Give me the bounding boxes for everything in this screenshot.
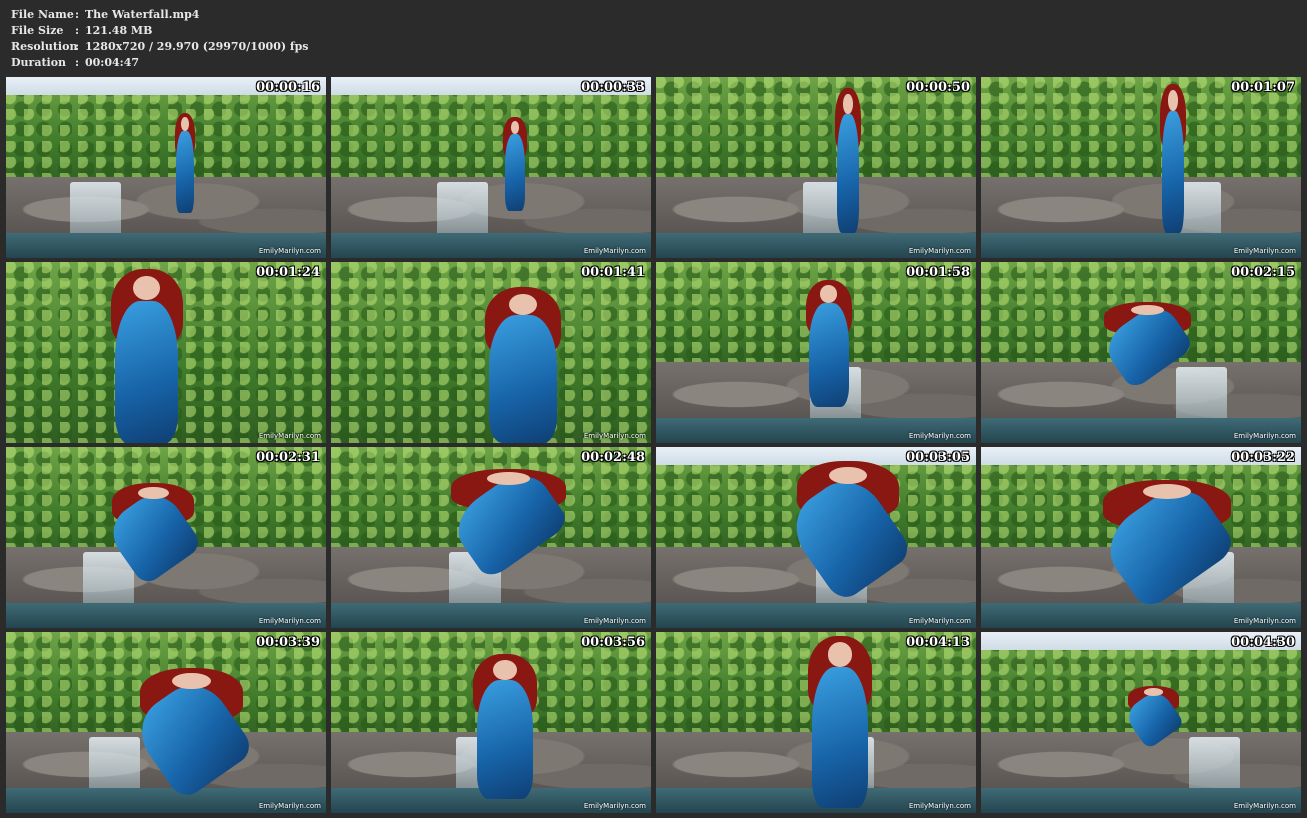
thumbnail-watermark: EmilyMarilyn.com <box>583 802 646 810</box>
thumbnail-image <box>331 632 651 813</box>
duration-separator: : <box>75 56 80 69</box>
thumbnail-image <box>656 77 976 258</box>
thumbnail-timestamp: 00:03:56 <box>581 635 645 650</box>
thumbnail-image <box>981 262 1301 443</box>
figure <box>102 483 204 588</box>
thumbnail-8[interactable]: 00:02:15 EmilyMarilyn.com <box>981 262 1301 443</box>
thumbnail-4[interactable]: 00:01:07 EmilyMarilyn.com <box>981 77 1301 258</box>
thumbnail-3[interactable]: 00:00:50 EmilyMarilyn.com <box>656 77 976 258</box>
file-size-value: 121.48 MB <box>85 24 153 37</box>
thumbnail-watermark: EmilyMarilyn.com <box>583 432 646 440</box>
thumbnail-watermark: EmilyMarilyn.com <box>908 617 971 625</box>
thumbnail-timestamp: 00:00:50 <box>906 80 970 95</box>
thumbnail-image <box>331 447 651 628</box>
thumbnail-watermark: EmilyMarilyn.com <box>258 247 321 255</box>
thumbnail-2[interactable]: 00:00:33 EmilyMarilyn.com <box>331 77 651 258</box>
thumbnail-image <box>6 447 326 628</box>
thumbnail-timestamp: 00:01:58 <box>906 265 970 280</box>
thumbnail-15[interactable]: 00:04:13 EmilyMarilyn.com <box>656 632 976 813</box>
resolution-value: 1280x720 / 29.970 (29970/1000) fps <box>85 40 309 53</box>
thumbnail-timestamp: 00:04:30 <box>1231 635 1295 650</box>
thumbnail-watermark: EmilyMarilyn.com <box>258 432 321 440</box>
thumbnail-image <box>981 77 1301 258</box>
figure <box>1122 686 1186 750</box>
file-info-header: File Name : The Waterfall.mp4 File Size … <box>11 7 309 71</box>
duration-row: Duration : 00:04:47 <box>11 55 309 71</box>
figure <box>1093 298 1202 391</box>
thumbnail-watermark: EmilyMarilyn.com <box>583 247 646 255</box>
figure <box>1157 84 1189 233</box>
thumbnail-12[interactable]: 00:03:22 EmilyMarilyn.com <box>981 447 1301 628</box>
file-name-row: File Name : The Waterfall.mp4 <box>11 7 309 23</box>
thumbnail-watermark: EmilyMarilyn.com <box>1233 802 1296 810</box>
file-name-separator: : <box>75 8 80 21</box>
figure <box>501 116 530 211</box>
thumbnail-7[interactable]: 00:01:58 EmilyMarilyn.com <box>656 262 976 443</box>
thumbnail-timestamp: 00:03:22 <box>1231 450 1295 465</box>
thumbnail-10[interactable]: 00:02:48 EmilyMarilyn.com <box>331 447 651 628</box>
thumbnail-image <box>6 632 326 813</box>
thumbnail-watermark: EmilyMarilyn.com <box>908 247 971 255</box>
figure <box>1087 475 1247 613</box>
thumbnail-watermark: EmilyMarilyn.com <box>258 617 321 625</box>
figure <box>800 280 858 407</box>
thumbnail-16[interactable]: 00:04:30 EmilyMarilyn.com <box>981 632 1301 813</box>
thumbnail-6[interactable]: 00:01:41 EmilyMarilyn.com <box>331 262 651 443</box>
figure <box>465 653 545 799</box>
thumbnail-grid: 00:00:16 EmilyMarilyn.com 00:00:33 EmilyMar… <box>6 77 1301 813</box>
thumbnail-timestamp: 00:01:41 <box>581 265 645 280</box>
figure <box>127 668 256 803</box>
thumbnail-watermark: EmilyMarilyn.com <box>583 617 646 625</box>
thumbnail-timestamp: 00:01:24 <box>256 265 320 280</box>
file-size-separator: : <box>75 24 80 37</box>
file-size-label: File Size <box>11 24 64 37</box>
thumbnail-image <box>6 77 326 258</box>
thumbnail-watermark: EmilyMarilyn.com <box>908 432 971 440</box>
figure <box>800 635 880 808</box>
resolution-row: Resolution : 1280x720 / 29.970 (29970/10… <box>11 39 309 55</box>
thumbnail-image <box>656 632 976 813</box>
thumbnail-watermark: EmilyMarilyn.com <box>1233 247 1296 255</box>
thumbnail-1[interactable]: 00:00:16 EmilyMarilyn.com <box>6 77 326 258</box>
thumbnail-11[interactable]: 00:03:05 EmilyMarilyn.com <box>656 447 976 628</box>
thumbnail-watermark: EmilyMarilyn.com <box>1233 432 1296 440</box>
thumbnail-image <box>331 262 651 443</box>
file-size-row: File Size : 121.48 MB <box>11 23 309 39</box>
figure <box>172 113 198 213</box>
thumbnail-timestamp: 00:02:48 <box>581 450 645 465</box>
thumbnail-timestamp: 00:03:39 <box>256 635 320 650</box>
thumbnail-14[interactable]: 00:03:56 EmilyMarilyn.com <box>331 632 651 813</box>
thumbnail-13[interactable]: 00:03:39 EmilyMarilyn.com <box>6 632 326 813</box>
file-name-label: File Name <box>11 8 74 21</box>
file-name-value: The Waterfall.mp4 <box>85 8 200 21</box>
thumbnail-timestamp: 00:01:07 <box>1231 80 1295 95</box>
resolution-separator: : <box>75 40 80 53</box>
thumbnail-timestamp: 00:00:16 <box>256 80 320 95</box>
thumbnail-image <box>656 262 976 443</box>
duration-value: 00:04:47 <box>85 56 140 69</box>
thumbnail-image <box>656 447 976 628</box>
thumbnail-9[interactable]: 00:02:31 EmilyMarilyn.com <box>6 447 326 628</box>
thumbnail-image <box>6 262 326 443</box>
thumbnail-image <box>981 632 1301 813</box>
thumbnail-timestamp: 00:03:05 <box>906 450 970 465</box>
thumbnail-timestamp: 00:00:33 <box>581 80 645 95</box>
figure <box>832 87 864 233</box>
figure <box>102 269 192 443</box>
thumbnail-watermark: EmilyMarilyn.com <box>908 802 971 810</box>
thumbnail-image <box>331 77 651 258</box>
thumbnail-watermark: EmilyMarilyn.com <box>258 802 321 810</box>
figure <box>475 287 571 443</box>
thumbnail-timestamp: 00:02:15 <box>1231 265 1295 280</box>
duration-label: Duration <box>11 56 67 69</box>
figure <box>781 461 915 605</box>
resolution-label: Resolution <box>11 40 78 53</box>
thumbnail-watermark: EmilyMarilyn.com <box>1233 617 1296 625</box>
figure <box>437 462 581 582</box>
thumbnail-timestamp: 00:04:13 <box>906 635 970 650</box>
thumbnail-5[interactable]: 00:01:24 EmilyMarilyn.com <box>6 262 326 443</box>
thumbnail-timestamp: 00:02:31 <box>256 450 320 465</box>
thumbnail-image <box>981 447 1301 628</box>
